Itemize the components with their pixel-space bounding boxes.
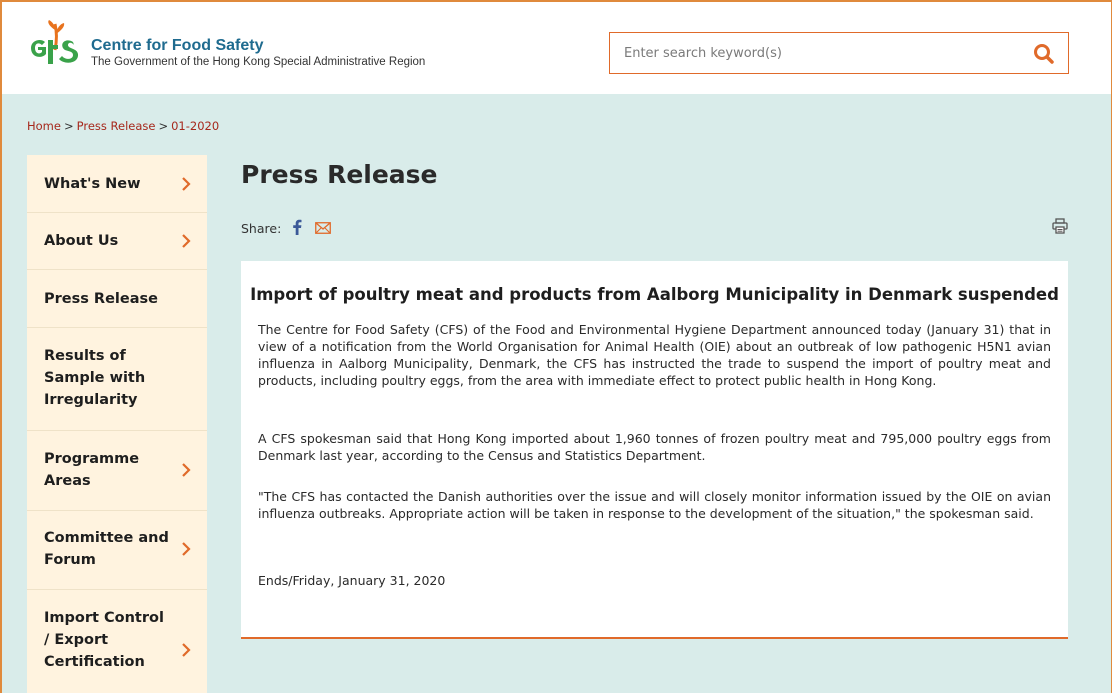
sidebar-item-label: Import Control / Export Certification <box>44 610 164 670</box>
sidebar-item-import-export[interactable]: Import Control / Export Certification <box>27 590 207 693</box>
article-title: Import of poultry meat and products from… <box>250 285 1059 304</box>
facebook-icon[interactable] <box>291 219 303 235</box>
sidebar-item-press-release[interactable]: Press Release <box>27 270 207 328</box>
mail-icon[interactable] <box>315 222 331 234</box>
sidebar-item-label: About Us <box>44 233 119 249</box>
chevron-right-icon <box>182 177 191 191</box>
sidebar-item-label: Results of Sample with Irregularity <box>44 348 146 408</box>
sidebar-item-programme-areas[interactable]: Programme Areas <box>27 431 207 511</box>
search-input[interactable] <box>610 33 1020 73</box>
site-title[interactable]: Centre for Food Safety <box>91 38 263 54</box>
share-label: Share: <box>241 221 282 236</box>
sidebar-item-about-us[interactable]: About Us <box>27 213 207 270</box>
article-paragraph: The Centre for Food Safety (CFS) of the … <box>258 322 1051 388</box>
search-icon[interactable] <box>1032 42 1056 66</box>
sidebar-item-whats-new[interactable]: What's New <box>27 155 207 213</box>
chevron-right-icon <box>182 542 191 556</box>
chevron-right-icon <box>182 463 191 477</box>
sidebar-item-label: Programme Areas <box>44 451 140 489</box>
sidebar-item-label: Committee and Forum <box>44 530 169 568</box>
sidebar-item-results-irregularity[interactable]: Results of Sample with Irregularity <box>27 328 207 431</box>
breadcrumb-separator: > <box>158 119 169 133</box>
sidebar-item-label: What's New <box>44 176 141 192</box>
breadcrumb-separator: > <box>63 119 74 133</box>
print-icon[interactable] <box>1052 218 1068 234</box>
breadcrumb-current[interactable]: 01-2020 <box>171 119 219 133</box>
article-end-date: Ends/Friday, January 31, 2020 <box>258 573 446 588</box>
sidebar-nav: What's New About Us Press Release Result… <box>27 155 207 693</box>
chevron-right-icon <box>182 234 191 248</box>
sidebar-item-label: Press Release <box>44 291 158 307</box>
chevron-right-icon <box>182 643 191 657</box>
cfs-logo[interactable] <box>27 20 89 70</box>
sidebar-item-committee-forum[interactable]: Committee and Forum <box>27 511 207 590</box>
search-box <box>609 32 1069 74</box>
press-release-article: Import of poultry meat and products from… <box>241 261 1068 639</box>
breadcrumb-home[interactable]: Home <box>27 119 61 133</box>
article-paragraph: A CFS spokesman said that Hong Kong impo… <box>258 431 1051 463</box>
breadcrumb: Home > Press Release >01-2020 <box>27 119 219 133</box>
site-header: Centre for Food Safety The Government of… <box>0 0 1112 94</box>
site-subtitle: The Government of the Hong Kong Special … <box>91 56 426 68</box>
article-paragraph: "The CFS has contacted the Danish author… <box>258 489 1051 521</box>
breadcrumb-press-release[interactable]: Press Release <box>77 119 156 133</box>
page-title: Press Release <box>241 160 438 189</box>
